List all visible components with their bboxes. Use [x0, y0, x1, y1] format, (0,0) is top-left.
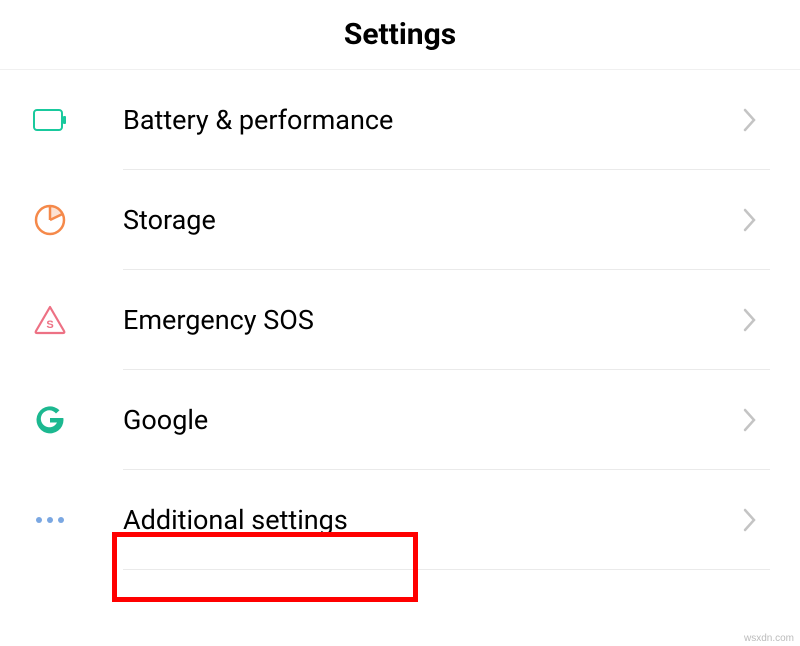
label-wrap: Storage	[123, 170, 770, 270]
chevron-right-icon	[740, 310, 760, 330]
item-label: Battery & performance	[123, 104, 393, 136]
watermark: wsxdn.com	[744, 633, 794, 644]
settings-item-storage[interactable]: Storage	[0, 170, 800, 270]
storage-icon	[32, 202, 68, 238]
battery-icon	[32, 102, 68, 138]
label-wrap: Emergency SOS	[123, 270, 770, 370]
svg-text:S: S	[46, 319, 53, 331]
label-wrap: Additional settings	[123, 470, 770, 570]
blank-space	[0, 570, 800, 628]
label-wrap: Google	[123, 370, 770, 470]
google-icon	[32, 402, 68, 438]
more-icon	[32, 502, 68, 538]
header: Settings	[0, 0, 800, 70]
settings-list: Battery & performance Storage	[0, 70, 800, 628]
page-title: Settings	[344, 17, 456, 52]
label-wrap: Battery & performance	[123, 70, 770, 170]
settings-item-battery[interactable]: Battery & performance	[0, 70, 800, 170]
settings-item-google[interactable]: Google	[0, 370, 800, 470]
chevron-right-icon	[740, 410, 760, 430]
sos-icon: S	[32, 302, 68, 338]
item-label: Additional settings	[123, 504, 348, 536]
item-label: Google	[123, 404, 208, 436]
settings-item-sos[interactable]: S Emergency SOS	[0, 270, 800, 370]
chevron-right-icon	[740, 110, 760, 130]
item-label: Storage	[123, 204, 216, 236]
chevron-right-icon	[740, 510, 760, 530]
settings-item-additional[interactable]: Additional settings	[0, 470, 800, 570]
item-label: Emergency SOS	[123, 304, 314, 336]
chevron-right-icon	[740, 210, 760, 230]
